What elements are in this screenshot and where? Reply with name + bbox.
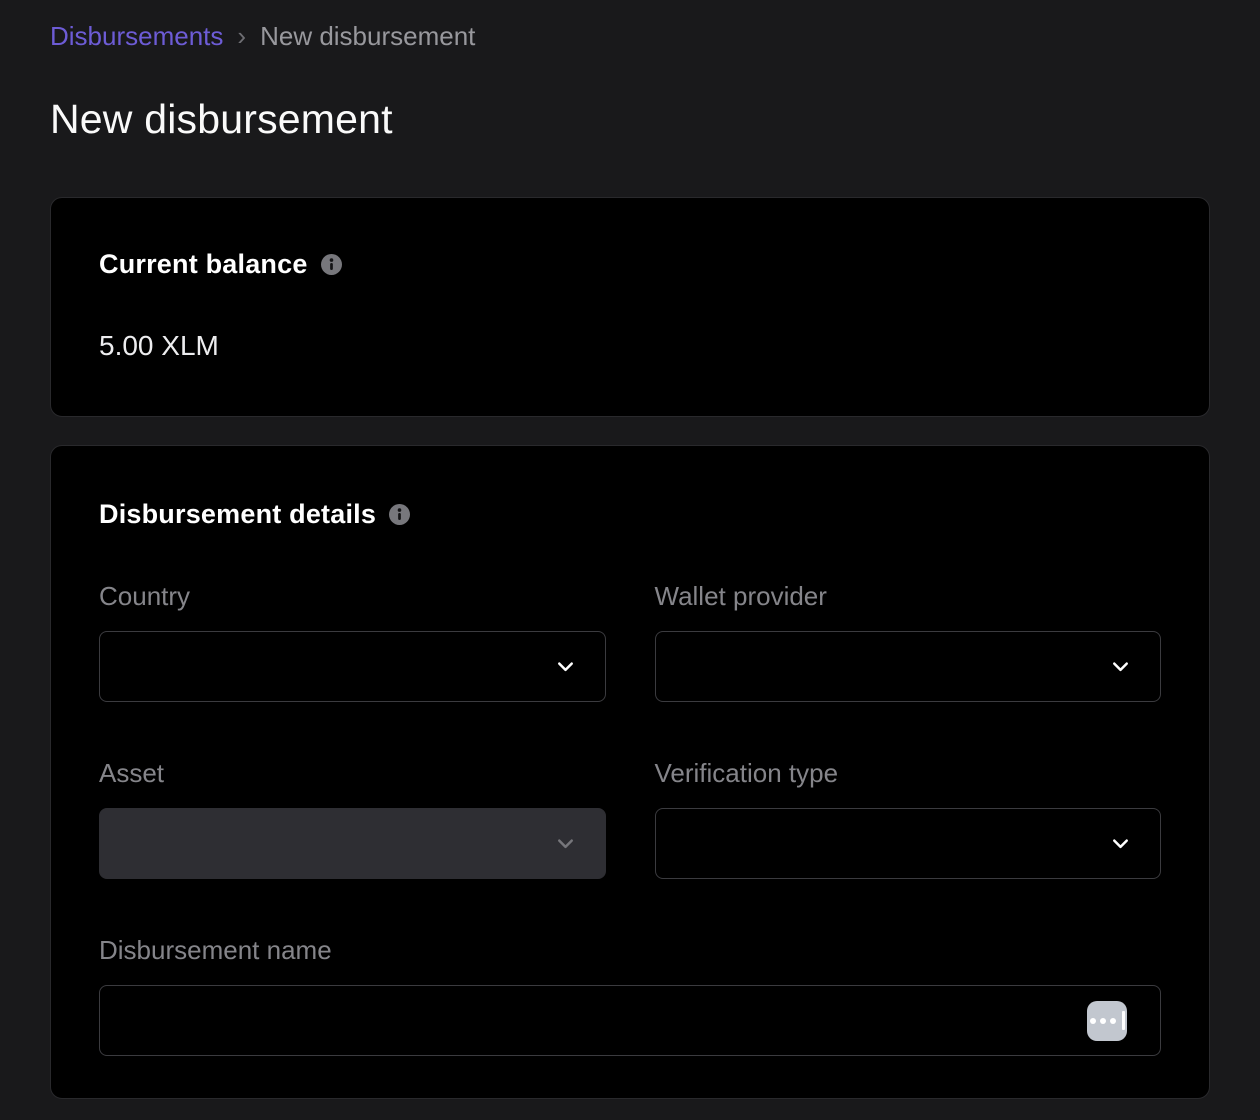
disbursement-name-input-box bbox=[99, 985, 1161, 1056]
breadcrumb-link-disbursements[interactable]: Disbursements bbox=[50, 21, 223, 51]
chevron-down-icon bbox=[554, 832, 577, 855]
current-balance-title: Current balance bbox=[99, 248, 308, 281]
country-select[interactable] bbox=[99, 631, 606, 702]
verification-type-label: Verification type bbox=[655, 758, 1162, 788]
password-manager-autofill-icon[interactable] bbox=[1087, 1001, 1127, 1041]
chevron-down-icon bbox=[554, 655, 577, 678]
verification-type-select[interactable] bbox=[655, 808, 1162, 879]
breadcrumb-current: New disbursement bbox=[260, 21, 475, 51]
info-icon[interactable] bbox=[321, 254, 342, 275]
page: Disbursements › New disbursement New dis… bbox=[0, 0, 1260, 1099]
chevron-down-icon bbox=[1109, 832, 1132, 855]
pm-dot bbox=[1110, 1018, 1116, 1024]
disbursement-details-card: Disbursement details Country bbox=[50, 445, 1210, 1099]
current-balance-card: Current balance 5.00 XLM bbox=[50, 197, 1210, 417]
asset-select bbox=[99, 808, 606, 879]
disbursement-name-input[interactable] bbox=[124, 986, 1087, 1055]
wallet-provider-select[interactable] bbox=[655, 631, 1162, 702]
disbursement-name-label: Disbursement name bbox=[99, 935, 1161, 965]
pm-dot bbox=[1100, 1018, 1106, 1024]
pm-dot bbox=[1090, 1018, 1096, 1024]
country-field-group: Country bbox=[99, 581, 606, 702]
page-title: New disbursement bbox=[50, 95, 1210, 143]
wallet-provider-label: Wallet provider bbox=[655, 581, 1162, 611]
details-form-grid: Country Wallet provider As bbox=[99, 581, 1161, 879]
breadcrumb: Disbursements › New disbursement bbox=[50, 0, 1210, 51]
current-balance-value: 5.00 XLM bbox=[99, 329, 1161, 363]
chevron-down-icon bbox=[1109, 655, 1132, 678]
info-icon[interactable] bbox=[389, 504, 410, 525]
pm-caret bbox=[1122, 1011, 1125, 1030]
asset-field-group: Asset bbox=[99, 758, 606, 879]
breadcrumb-separator-icon: › bbox=[237, 21, 246, 51]
wallet-provider-field-group: Wallet provider bbox=[655, 581, 1162, 702]
asset-label: Asset bbox=[99, 758, 606, 788]
disbursement-name-field-group: Disbursement name bbox=[99, 935, 1161, 1056]
verification-type-field-group: Verification type bbox=[655, 758, 1162, 879]
disbursement-details-title: Disbursement details bbox=[99, 498, 376, 531]
country-label: Country bbox=[99, 581, 606, 611]
